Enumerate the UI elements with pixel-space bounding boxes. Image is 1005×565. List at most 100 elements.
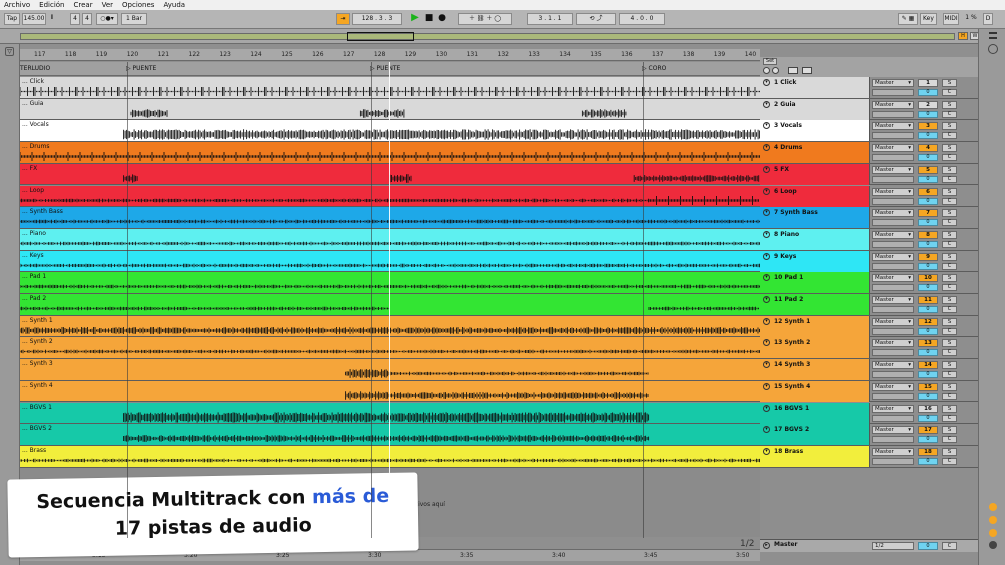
crossfade-button[interactable]: C: [942, 457, 957, 465]
menu-icon[interactable]: [989, 32, 997, 39]
volume-field[interactable]: 0: [918, 197, 938, 205]
fold-arrow-icon[interactable]: ▾: [763, 144, 770, 152]
volume-field[interactable]: 0: [918, 327, 938, 335]
fold-arrow-icon[interactable]: ▾: [763, 230, 770, 238]
arrangement-view[interactable]: ...tivos aquí ... Click... Guia... Vocal…: [20, 77, 760, 537]
output-select[interactable]: Master ▾: [872, 187, 914, 196]
volume-field[interactable]: 0: [918, 414, 938, 422]
track-lane[interactable]: ... Synth 4: [20, 380, 760, 403]
hot-swap-button[interactable]: H: [958, 32, 968, 40]
locator-marker[interactable]: ▷ PUENTE: [126, 65, 156, 72]
output-channel[interactable]: [872, 436, 914, 444]
volume-field[interactable]: 0: [918, 110, 938, 118]
crossfade-button[interactable]: C: [942, 349, 957, 357]
output-channel[interactable]: [872, 371, 914, 379]
track-title[interactable]: ▾ 5 FX: [760, 163, 870, 185]
output-select[interactable]: Master ▾: [872, 79, 914, 87]
track-title[interactable]: ▾ 2 Guia: [760, 98, 870, 120]
fold-arrow-icon[interactable]: ▾: [763, 165, 770, 173]
master-volume[interactable]: 0: [918, 542, 938, 550]
output-channel[interactable]: [872, 349, 914, 357]
output-channel[interactable]: [872, 240, 914, 248]
track-activator[interactable]: 3: [918, 122, 938, 131]
output-select[interactable]: Master ▾: [872, 361, 914, 370]
solo-button[interactable]: S: [942, 230, 957, 239]
song-position-field[interactable]: 128 . 3 . 3: [352, 13, 402, 25]
fold-arrow-icon[interactable]: ▾: [763, 187, 770, 195]
output-select[interactable]: Master ▾: [872, 382, 914, 391]
solo-button[interactable]: S: [942, 317, 957, 326]
crossfade-button[interactable]: C: [942, 327, 957, 335]
output-select[interactable]: Master ▾: [872, 426, 914, 435]
track-lane[interactable]: ... Loop: [20, 185, 760, 208]
fold-arrow-icon[interactable]: ▾: [763, 209, 770, 217]
solo-button[interactable]: S: [942, 144, 957, 153]
track-title[interactable]: ▾ 7 Synth Bass: [760, 207, 870, 229]
output-select[interactable]: Master ▾: [872, 447, 914, 456]
volume-field[interactable]: 0: [918, 132, 938, 140]
output-select[interactable]: Master ▾: [872, 122, 914, 131]
menu-ver[interactable]: Ver: [102, 1, 113, 9]
menu-edicion[interactable]: Edición: [39, 1, 64, 9]
overview-strip[interactable]: [20, 33, 955, 40]
master-fold-icon[interactable]: ▸: [763, 542, 770, 549]
volume-field[interactable]: 0: [918, 154, 938, 162]
volume-field[interactable]: 0: [918, 457, 938, 465]
volume-field[interactable]: 0: [918, 262, 938, 270]
crossfade-button[interactable]: C: [942, 262, 957, 270]
master-crossfade[interactable]: C: [942, 542, 957, 550]
locator-lane[interactable]: TERLUDIO ▷ PUENTE ▷ PUENTE ▷ CORO: [20, 62, 760, 76]
crossfade-button[interactable]: C: [942, 89, 957, 96]
output-channel[interactable]: [872, 262, 914, 270]
scroll-icon[interactable]: [988, 44, 998, 54]
track-lane[interactable]: ... Synth 1: [20, 315, 760, 338]
output-channel[interactable]: [872, 284, 914, 292]
volume-field[interactable]: 0: [918, 436, 938, 444]
signature-denominator[interactable]: 4: [82, 13, 92, 25]
crossfade-button[interactable]: C: [942, 240, 957, 248]
solo-button[interactable]: S: [942, 252, 957, 261]
tempo-field[interactable]: 145.00: [22, 13, 46, 25]
output-select[interactable]: Master ▾: [872, 404, 914, 413]
loop-length-field[interactable]: 4 . 0 . 0: [619, 13, 665, 25]
output-channel[interactable]: [872, 219, 914, 227]
fold-arrow-icon[interactable]: ▾: [763, 252, 770, 260]
track-activator[interactable]: 14: [918, 361, 938, 370]
crossfade-button[interactable]: C: [942, 175, 957, 183]
fold-arrow-icon[interactable]: ▾: [763, 404, 770, 412]
track-activator[interactable]: 13: [918, 339, 938, 348]
output-select[interactable]: Master ▾: [872, 252, 914, 261]
track-title[interactable]: ▾ 16 BGVS 1: [760, 402, 870, 424]
metronome-button[interactable]: ○●▾: [96, 13, 118, 25]
track-lane[interactable]: ... Synth 3: [20, 359, 760, 381]
track-activator[interactable]: 2: [918, 100, 938, 109]
output-channel[interactable]: [872, 306, 914, 313]
track-lane[interactable]: ... Vocals: [20, 120, 760, 143]
volume-field[interactable]: 0: [918, 349, 938, 357]
track-lane[interactable]: ... Click: [20, 77, 760, 99]
master-output-select[interactable]: 1/2: [872, 542, 914, 550]
draw-mode-icon[interactable]: ✎ ▦: [898, 13, 918, 25]
output-select[interactable]: Master ▾: [872, 100, 914, 109]
beat-ruler[interactable]: 117 118 119 120 121 122 123 124 125 126 127 128 129 1…: [20, 49, 760, 61]
locator-marker[interactable]: TERLUDIO: [20, 65, 50, 72]
track-title[interactable]: ▾ 1 Click: [760, 77, 870, 98]
crossfade-button[interactable]: C: [942, 110, 957, 118]
play-icon[interactable]: ▶: [409, 13, 421, 25]
menu-crear[interactable]: Crear: [74, 1, 93, 9]
output-channel[interactable]: [872, 175, 914, 183]
automation-buttons[interactable]: ＋ ⛓ ＋ ◯: [458, 13, 512, 25]
output-channel[interactable]: [872, 154, 914, 162]
volume-field[interactable]: 0: [918, 371, 938, 379]
solo-button[interactable]: S: [942, 361, 957, 370]
track-lane[interactable]: ... BGVS 2: [20, 424, 760, 446]
record-icon[interactable]: ●: [437, 13, 447, 25]
track-activator[interactable]: 1: [918, 79, 938, 87]
crossfade-button[interactable]: C: [942, 306, 957, 313]
status-dot-4[interactable]: [989, 541, 997, 549]
output-select[interactable]: Master ▾: [872, 209, 914, 218]
menu-ayuda[interactable]: Ayuda: [163, 1, 185, 9]
track-activator[interactable]: 10: [918, 274, 938, 283]
follow-button[interactable]: ⇥: [336, 13, 350, 25]
output-select[interactable]: Master ▾: [872, 274, 914, 283]
